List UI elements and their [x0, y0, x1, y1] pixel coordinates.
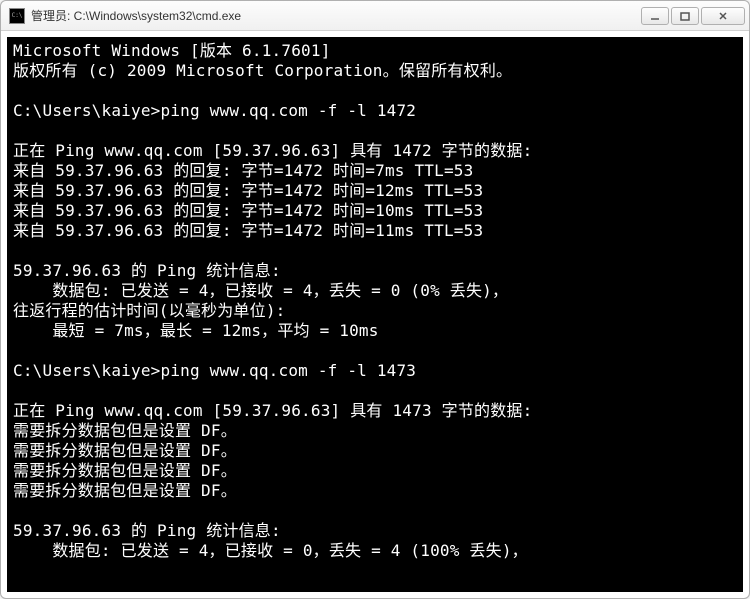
- cmd-window: 管理员: C:\Windows\system32\cmd.exe Microso…: [0, 0, 750, 599]
- console-line: 需要拆分数据包但是设置 DF。: [13, 441, 737, 461]
- cmd-icon: [9, 8, 25, 24]
- console-line: [13, 241, 737, 261]
- console-line: 来自 59.37.96.63 的回复: 字节=1472 时间=10ms TTL=…: [13, 201, 737, 221]
- console-line: 需要拆分数据包但是设置 DF。: [13, 461, 737, 481]
- console-line: 数据包: 已发送 = 4，已接收 = 4，丢失 = 0 (0% 丢失)，: [13, 281, 737, 301]
- console-line: 版权所有 (c) 2009 Microsoft Corporation。保留所有…: [13, 61, 737, 81]
- console-line: C:\Users\kaiye>ping www.qq.com -f -l 147…: [13, 101, 737, 121]
- console-line: 来自 59.37.96.63 的回复: 字节=1472 时间=11ms TTL=…: [13, 221, 737, 241]
- console-line: 来自 59.37.96.63 的回复: 字节=1472 时间=12ms TTL=…: [13, 181, 737, 201]
- console-line: 59.37.96.63 的 Ping 统计信息:: [13, 521, 737, 541]
- console-line: 正在 Ping www.qq.com [59.37.96.63] 具有 1473…: [13, 401, 737, 421]
- console-line: [13, 121, 737, 141]
- window-title: 管理员: C:\Windows\system32\cmd.exe: [31, 7, 641, 24]
- console-line: 需要拆分数据包但是设置 DF。: [13, 421, 737, 441]
- minimize-icon: [650, 11, 660, 21]
- close-button[interactable]: [701, 7, 745, 25]
- console-line: [13, 341, 737, 361]
- titlebar[interactable]: 管理员: C:\Windows\system32\cmd.exe: [1, 1, 749, 31]
- console-line: 最短 = 7ms，最长 = 12ms，平均 = 10ms: [13, 321, 737, 341]
- console-line: C:\Users\kaiye>ping www.qq.com -f -l 147…: [13, 361, 737, 381]
- console-output[interactable]: Microsoft Windows [版本 6.1.7601]版权所有 (c) …: [7, 37, 743, 592]
- console-line: [13, 381, 737, 401]
- console-line: Microsoft Windows [版本 6.1.7601]: [13, 41, 737, 61]
- maximize-button[interactable]: [671, 7, 699, 25]
- minimize-button[interactable]: [641, 7, 669, 25]
- console-line: [13, 501, 737, 521]
- console-line: [13, 81, 737, 101]
- console-line: 来自 59.37.96.63 的回复: 字节=1472 时间=7ms TTL=5…: [13, 161, 737, 181]
- console-line: 正在 Ping www.qq.com [59.37.96.63] 具有 1472…: [13, 141, 737, 161]
- console-line: 59.37.96.63 的 Ping 统计信息:: [13, 261, 737, 281]
- console-line: 数据包: 已发送 = 4，已接收 = 0，丢失 = 4 (100% 丢失)，: [13, 541, 737, 561]
- maximize-icon: [680, 11, 690, 21]
- window-controls: [641, 7, 745, 25]
- console-line: 往返行程的估计时间(以毫秒为单位):: [13, 301, 737, 321]
- console-line: 需要拆分数据包但是设置 DF。: [13, 481, 737, 501]
- close-icon: [718, 11, 728, 21]
